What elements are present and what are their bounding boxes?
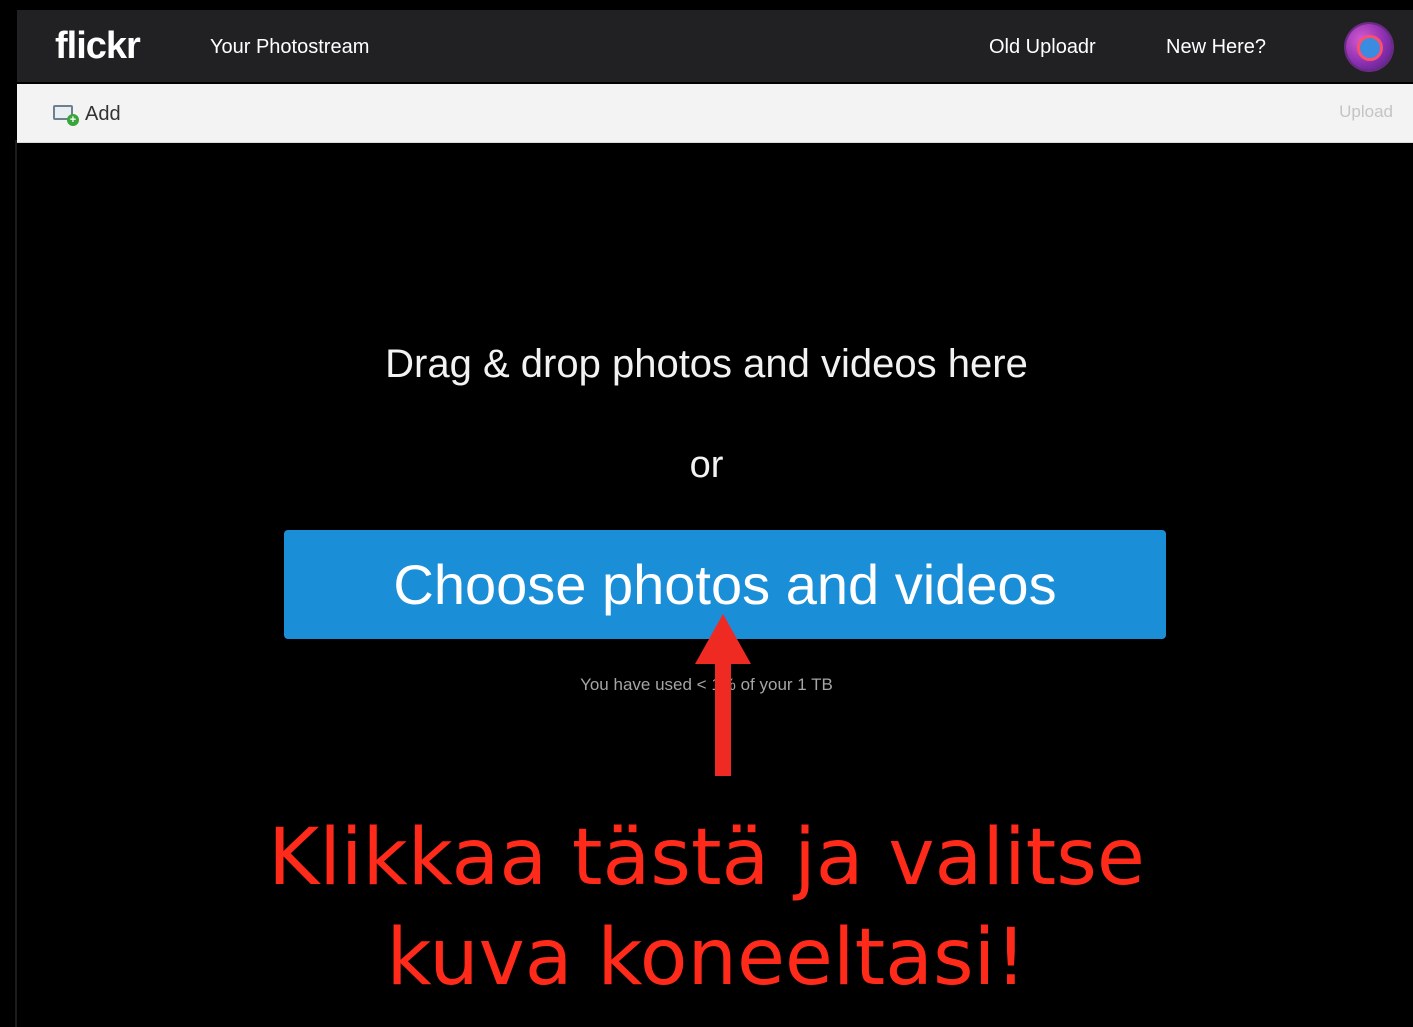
avatar-camera-icon <box>1357 35 1383 61</box>
add-photo-icon: + <box>53 105 79 126</box>
upload-toolbar: + Add Upload <box>17 84 1413 143</box>
callout-annotation: Klikkaa tästä ja valitse kuva koneeltasi… <box>0 808 1413 1008</box>
flickr-logo[interactable]: flickr <box>55 24 141 68</box>
add-button[interactable]: + Add <box>53 101 121 127</box>
or-separator: or <box>689 444 724 486</box>
add-button-label: Add <box>85 102 121 125</box>
upload-button[interactable]: Upload <box>1339 102 1393 122</box>
nav-old-uploadr[interactable]: Old Uploadr <box>989 34 1096 60</box>
callout-line-2: kuva koneeltasi! <box>386 913 1027 1003</box>
user-avatar[interactable] <box>1346 24 1392 70</box>
drag-drop-instructions: Drag & drop photos and videos here <box>385 342 1028 386</box>
nav-your-photostream[interactable]: Your Photostream <box>210 34 369 60</box>
callout-line-1: Klikkaa tästä ja valitse <box>268 813 1145 903</box>
top-navigation-bar: flickr Your Photostream Old Uploadr New … <box>17 10 1413 82</box>
arrow-up-icon <box>695 614 751 776</box>
screenshot-stage: flickr Your Photostream Old Uploadr New … <box>0 0 1413 1027</box>
nav-new-here[interactable]: New Here? <box>1166 34 1266 60</box>
